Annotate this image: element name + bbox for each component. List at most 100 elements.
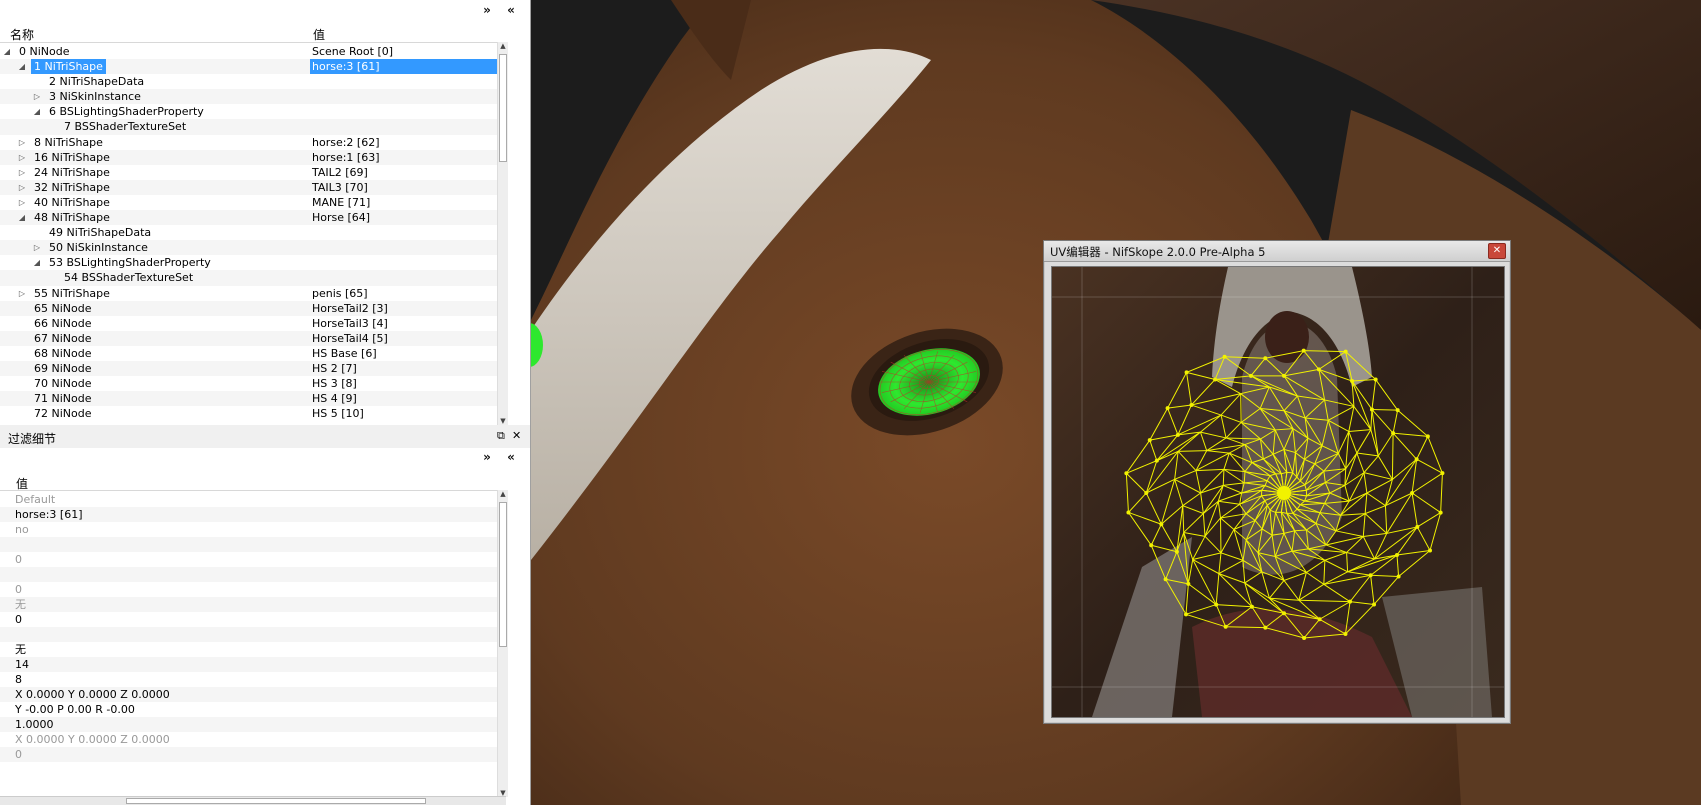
tree-row[interactable]: ▷ 50 NiSkinInstance [0, 240, 506, 256]
scroll-up-arrow[interactable]: ▲ [498, 42, 508, 50]
expand-arrow-icon[interactable]: ▷ [17, 135, 27, 150]
tree-row-name: 72 NiNode [34, 407, 92, 421]
tree-row[interactable]: 67 NiNode HorseTail4 [5] [0, 330, 506, 346]
tree-row[interactable]: ▷ 32 NiTriShape TAIL3 [70] [0, 179, 506, 195]
tree-row[interactable]: 69 NiNode HS 2 [7] [0, 360, 506, 377]
tree-row[interactable]: ◢ 48 NiTriShape Horse [64] [0, 210, 506, 226]
tree-row[interactable]: ◢ 6 BSLightingShaderProperty [0, 104, 506, 119]
uv-editor-title: UV编辑器 - NifSkope 2.0.0 Pre-Alpha 5 [1050, 245, 1266, 259]
detail-row[interactable] [0, 537, 506, 552]
float-icon[interactable]: ⧉ [497, 429, 505, 443]
detail-row[interactable]: 0 [0, 552, 506, 567]
detail-row[interactable]: 0 [0, 582, 506, 597]
details-scrollbar[interactable]: ▲ ▼ [497, 490, 508, 797]
expand-arrow-icon[interactable]: ▷ [17, 150, 27, 165]
tree-row[interactable]: 68 NiNode HS Base [6] [0, 346, 506, 361]
scroll-thumb[interactable] [499, 54, 507, 162]
block-details-panel: » « 值 Default horse:3 [61] no 0 0 无 0 无 14 8 X 0.0… [0, 448, 530, 805]
tree-row[interactable]: ◢ 0 NiNode Scene Root [0] [0, 44, 506, 59]
tree-row[interactable]: ◢ 53 BSLightingShaderProperty [0, 255, 506, 270]
detail-row[interactable]: 0 [0, 612, 506, 627]
tree-row-name: 65 NiNode [34, 301, 92, 315]
details-hscroll-thumb[interactable] [126, 798, 426, 804]
expand-arrow-icon[interactable]: ▷ [32, 240, 42, 255]
tree-row-name: 7 BSShaderTextureSet [64, 120, 187, 134]
detail-row[interactable]: 1.0000 [0, 717, 506, 732]
block-list-panel: » « 名称 值 ◢ 0 NiNode Scene Root [0] ◢ 1 NiTri… [0, 0, 530, 425]
scroll-down-arrow[interactable]: ▼ [498, 417, 508, 425]
expand-arrow-icon[interactable]: ▷ [17, 165, 27, 180]
tree-row[interactable]: ▷ 40 NiTriShape MANE [71] [0, 195, 506, 210]
expand-arrow-icon[interactable]: ▷ [17, 195, 27, 210]
tree-row-value: HS 2 [7] [312, 361, 357, 375]
uv-editor-window[interactable]: UV编辑器 - NifSkope 2.0.0 Pre-Alpha 5 ✕ [1043, 240, 1511, 724]
value-column-header[interactable]: 值 [313, 26, 325, 43]
detail-row[interactable]: 8 [0, 672, 506, 687]
tree-row-name: 67 NiNode [34, 331, 92, 345]
tree-row[interactable]: 71 NiNode HS 4 [9] [0, 391, 506, 407]
expand-all-button[interactable]: « [504, 3, 518, 17]
uv-editor-titlebar[interactable]: UV编辑器 - NifSkope 2.0.0 Pre-Alpha 5 ✕ [1044, 241, 1510, 262]
detail-row[interactable]: no [0, 522, 506, 537]
close-icon[interactable]: ✕ [1488, 243, 1506, 259]
detail-row[interactable]: Y -0.00 P 0.00 R -0.00 [0, 702, 506, 717]
tree-row[interactable]: 70 NiNode HS 3 [8] [0, 376, 506, 391]
tree-row-value: HorseTail4 [5] [312, 331, 388, 345]
tree-row[interactable]: 2 NiTriShapeData [0, 74, 506, 89]
tree-row[interactable]: 65 NiNode HorseTail2 [3] [0, 300, 506, 316]
detail-row[interactable]: X 0.0000 Y 0.0000 Z 0.0000 [0, 732, 506, 747]
tree-row-name: 0 NiNode [19, 45, 70, 58]
collapse-arrow-icon[interactable]: ◢ [2, 44, 12, 59]
tree-row-name: 16 NiTriShape [34, 150, 110, 164]
tree-row-value: horse:2 [62] [312, 135, 380, 149]
name-column-header[interactable]: 名称 [10, 26, 34, 43]
tree-row[interactable]: ▷ 24 NiTriShape TAIL2 [69] [0, 165, 506, 180]
details-header: 值 [0, 472, 506, 491]
detail-row[interactable]: X 0.0000 Y 0.0000 Z 0.0000 [0, 687, 506, 702]
collapse-arrow-icon[interactable]: ◢ [17, 59, 27, 74]
details-expand-button[interactable]: « [504, 450, 518, 464]
tree-row-name: 53 BSLightingShaderProperty [49, 256, 211, 270]
details-scroll-up-arrow[interactable]: ▲ [498, 490, 508, 498]
tree-row[interactable]: 7 BSShaderTextureSet [0, 119, 506, 135]
detail-row[interactable]: 0 [0, 747, 506, 762]
tree-row[interactable]: 72 NiNode HS 5 [10] [0, 406, 506, 421]
tree-row-name: 55 NiTriShape [34, 286, 110, 300]
tree-row-name: 3 NiSkinInstance [49, 90, 141, 104]
details-hscrollbar[interactable] [0, 796, 506, 805]
expand-arrow-icon[interactable]: ▷ [17, 180, 27, 195]
detail-row[interactable] [0, 567, 506, 582]
collapse-arrow-icon[interactable]: ◢ [32, 104, 42, 119]
detail-row[interactable]: 14 [0, 657, 506, 672]
collapse-all-button[interactable]: » [480, 3, 494, 17]
details-collapse-button[interactable]: » [480, 450, 494, 464]
tree-row-value: horse:3 [61] [310, 59, 508, 75]
detail-row[interactable]: Default [0, 492, 506, 507]
tree-row[interactable]: 49 NiTriShapeData [0, 225, 506, 240]
tree-row[interactable]: 54 BSShaderTextureSet [0, 270, 506, 286]
detail-row[interactable]: 无 [0, 597, 506, 612]
expand-arrow-icon[interactable]: ▷ [17, 286, 27, 301]
close-icon[interactable]: ✕ [512, 429, 521, 442]
detail-row[interactable]: horse:3 [61] [0, 507, 506, 522]
tree-row[interactable]: ◢ 1 NiTriShape horse:3 [61] [0, 59, 508, 75]
detail-row[interactable] [0, 627, 506, 642]
tree-row[interactable]: ▷ 3 NiSkinInstance [0, 89, 506, 105]
expand-arrow-icon[interactable]: ▷ [32, 89, 42, 104]
tree-row[interactable]: ▷ 8 NiTriShape horse:2 [62] [0, 135, 506, 150]
tree-row-value: Scene Root [0] [312, 45, 394, 58]
tree-row-name: 8 NiTriShape [34, 135, 103, 149]
details-value-column-header[interactable]: 值 [16, 475, 28, 492]
uv-canvas[interactable] [1051, 266, 1505, 718]
detail-row[interactable]: 无 [0, 642, 506, 657]
tree-row[interactable]: ▷ 55 NiTriShape penis [65] [0, 286, 506, 301]
details-scroll-thumb[interactable] [499, 502, 507, 647]
tree-row-value: HorseTail3 [4] [312, 316, 388, 330]
details-titlebar: 过滤细节 ⧉ ✕ [0, 428, 530, 446]
collapse-arrow-icon[interactable]: ◢ [17, 210, 27, 225]
collapse-arrow-icon[interactable]: ◢ [32, 255, 42, 270]
tree-row[interactable]: ▷ 16 NiTriShape horse:1 [63] [0, 149, 506, 165]
tree-row[interactable]: 66 NiNode HorseTail3 [4] [0, 316, 506, 331]
render-viewport[interactable]: UV编辑器 - NifSkope 2.0.0 Pre-Alpha 5 ✕ [531, 0, 1701, 805]
tree-scrollbar[interactable]: ▲ ▼ [497, 42, 508, 425]
